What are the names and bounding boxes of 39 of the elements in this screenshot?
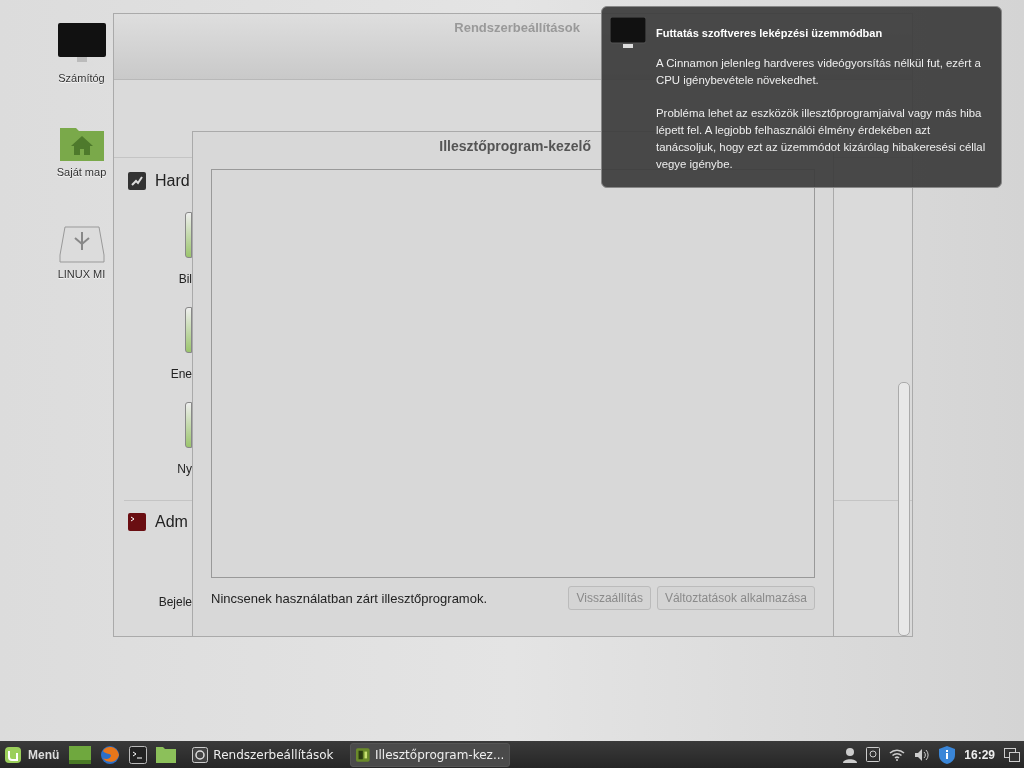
clock[interactable]: 16:29 [964,747,995,762]
desktop-icon-label[interactable]: LINUX MI [57,268,106,280]
volume-icon[interactable] [914,747,931,762]
shield-icon[interactable] [939,745,956,764]
monitor-icon [610,17,646,49]
windows-icon[interactable] [1004,747,1020,762]
scrollbar[interactable] [898,382,910,636]
status-text: Nincsenek használatban zárt illesztőprogramok. [211,590,489,606]
settings-item-icon[interactable] [185,212,192,258]
drive-icon[interactable] [58,226,105,264]
section-title: Hard [155,172,190,190]
hardware-icon [128,172,146,190]
settings-item-label[interactable]: Bejele [158,595,192,609]
browser-icon[interactable] [100,744,121,765]
settings-item-icon[interactable] [185,402,192,448]
folder-icon[interactable] [156,746,177,763]
menu-button[interactable]: Menü [2,745,66,764]
notification-message: Probléma lehet az eszközök illesztőprogramjaival vagy más hiba lépett fel. A legjobb felhasználói élmény érdekében azt tanácsoljuk, hogy ezt az üzemmódot kizárólag hibakeresési céllal vegye igénybe. [656,106,987,172]
section-title: Adm [155,513,188,531]
show-desktop-icon[interactable] [69,745,92,764]
settings-item-label[interactable]: Ene [170,367,192,381]
window-title: Rendszerbeállítások [454,20,580,36]
desktop-icon-label[interactable]: Saját map [56,166,107,178]
notification-message: A Cinnamon jelenleg hardveres videógyorsítás nélkül fut, ezért a CPU igénybevétele növekedhet. [656,56,982,88]
notification-title: Futtatás szoftveres leképzési üzemmódban [656,27,884,39]
taskbar-window-button[interactable]: Rendszerbeállítások [186,742,347,767]
desktop-icon-label[interactable]: Számítóg [58,72,105,84]
settings-item-icon[interactable] [185,307,192,353]
wifi-icon[interactable] [889,748,906,761]
terminal-icon[interactable] [129,745,148,764]
mint-logo [4,745,22,764]
settings-item-label[interactable]: Bil [178,272,192,286]
settings-item-label[interactable]: Ny [177,462,192,476]
chip-icon [356,746,370,763]
settings-app-icon [192,746,209,763]
window-title: Illesztőprogram-kezelő [439,138,591,154]
user-icon[interactable] [843,746,858,763]
terminal-icon [128,513,146,531]
taskbar-window-button[interactable]: Illesztőprogram-kez... [350,742,511,767]
